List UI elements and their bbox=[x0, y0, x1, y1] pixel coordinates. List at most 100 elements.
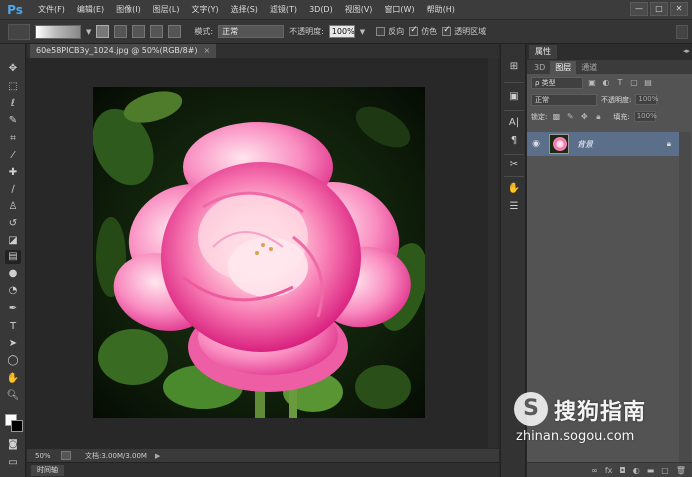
timeline-tab[interactable]: 时间轴 bbox=[31, 465, 64, 476]
minimize-button[interactable]: — bbox=[630, 2, 648, 16]
radial-gradient-button[interactable] bbox=[114, 25, 128, 38]
close-tab-icon[interactable]: × bbox=[204, 46, 211, 55]
layer-filter-select[interactable]: ρ 类型 bbox=[531, 76, 583, 89]
tool-preset-picker[interactable] bbox=[8, 23, 30, 40]
eraser-tool-icon[interactable]: ◪ bbox=[5, 234, 21, 248]
layer-mask-icon[interactable]: ◘ bbox=[619, 466, 625, 475]
document-image[interactable] bbox=[93, 87, 425, 418]
gradient-picker[interactable] bbox=[35, 24, 81, 39]
menu-layer[interactable]: 图层(L) bbox=[147, 4, 186, 15]
menu-file[interactable]: 文件(F) bbox=[32, 4, 71, 15]
zoom-tool-icon[interactable]: 🔍︎ bbox=[5, 389, 21, 403]
eyedropper-tool-icon[interactable]: ⁄ bbox=[5, 149, 21, 163]
shape-tool-icon[interactable]: ◯ bbox=[5, 354, 21, 368]
status-menu-arrow-icon[interactable]: ▶ bbox=[155, 452, 160, 460]
lock-position-icon[interactable]: ✥ bbox=[579, 112, 589, 122]
path-selection-tool-icon[interactable]: ➤ bbox=[5, 337, 21, 351]
chevron-down-icon[interactable]: ▼ bbox=[86, 28, 91, 36]
menu-image[interactable]: 图像(I) bbox=[110, 4, 147, 15]
healing-brush-tool-icon[interactable]: ✚ bbox=[5, 166, 21, 180]
collapse-icon[interactable]: ◂▸ bbox=[683, 47, 690, 55]
properties-title[interactable]: 属性 bbox=[529, 45, 557, 59]
transparency-option[interactable]: 透明区域 bbox=[442, 25, 486, 37]
opacity-dropdown-icon[interactable]: ▼ bbox=[360, 28, 365, 36]
link-layers-icon[interactable]: ∞ bbox=[591, 466, 598, 475]
blend-mode-select[interactable]: 正常 bbox=[531, 93, 597, 106]
crop-tool-icon[interactable]: ⌗ bbox=[5, 132, 21, 146]
properties-title-bar: 属性 ◂▸ bbox=[527, 44, 692, 60]
lock-all-icon[interactable]: 🔒︎ bbox=[593, 112, 603, 122]
history-panel-icon[interactable]: ⊞ bbox=[506, 60, 522, 74]
restore-button[interactable]: □ bbox=[650, 2, 668, 16]
menu-type[interactable]: 文字(Y) bbox=[185, 4, 224, 15]
tab-3d[interactable]: 3D bbox=[529, 61, 550, 74]
adjustment-layer-icon[interactable]: ◐ bbox=[633, 466, 640, 475]
close-button[interactable]: ✕ bbox=[670, 2, 688, 16]
layer-background[interactable]: ◉ 背景 🔒︎ bbox=[527, 132, 679, 156]
fill-input[interactable]: 100% bbox=[633, 111, 657, 122]
lasso-tool-icon[interactable]: ℓ bbox=[5, 97, 21, 111]
pixel-filter-icon[interactable]: ▣ bbox=[587, 78, 597, 88]
brush-tool-icon[interactable]: ∕ bbox=[5, 183, 21, 197]
new-group-icon[interactable]: ▬ bbox=[647, 466, 655, 475]
smart-object-filter-icon[interactable]: ▤ bbox=[643, 78, 653, 88]
reverse-checkbox[interactable] bbox=[376, 27, 386, 36]
transparency-checkbox[interactable] bbox=[442, 25, 452, 36]
timeline-panel-bar: 时间轴 bbox=[27, 462, 499, 477]
canvas-vertical-scrollbar[interactable] bbox=[488, 58, 498, 448]
tab-channels[interactable]: 通道 bbox=[576, 61, 602, 74]
lock-image-icon[interactable]: ✎ bbox=[565, 112, 575, 122]
screen-mode-icon[interactable]: ▭ bbox=[5, 456, 21, 470]
marquee-tool-icon[interactable]: ⬚ bbox=[5, 80, 21, 94]
menu-help[interactable]: 帮助(H) bbox=[421, 4, 461, 15]
menu-filter[interactable]: 滤镜(T) bbox=[264, 4, 303, 15]
lock-transparent-icon[interactable]: ▩ bbox=[551, 112, 561, 122]
background-color-swatch[interactable] bbox=[11, 420, 23, 432]
layer-style-icon[interactable]: fx bbox=[605, 466, 613, 475]
menu-window[interactable]: 窗口(W) bbox=[378, 4, 420, 15]
delete-layer-icon[interactable]: 🗑︎ bbox=[676, 466, 686, 475]
menu-select[interactable]: 选择(S) bbox=[225, 4, 264, 15]
menu-edit[interactable]: 编辑(E) bbox=[71, 4, 110, 15]
clone-stamp-tool-icon[interactable]: ♙ bbox=[5, 200, 21, 214]
quick-select-tool-icon[interactable]: ✎ bbox=[5, 114, 21, 128]
dodge-tool-icon[interactable]: ◔ bbox=[5, 284, 21, 298]
diamond-gradient-button[interactable] bbox=[168, 25, 182, 38]
move-tool-icon[interactable]: ✥ bbox=[5, 62, 21, 76]
visibility-eye-icon[interactable]: ◉ bbox=[527, 139, 545, 149]
new-layer-icon[interactable]: ▢ bbox=[661, 466, 669, 475]
history-brush-tool-icon[interactable]: ↺ bbox=[5, 217, 21, 231]
status-info-icon[interactable] bbox=[61, 451, 71, 460]
layer-opacity-input[interactable]: 100% bbox=[635, 94, 658, 105]
mode-select[interactable]: 正常 bbox=[218, 25, 285, 38]
menu-view[interactable]: 视图(V) bbox=[339, 4, 379, 15]
character-panel-icon[interactable]: A| bbox=[506, 116, 522, 130]
tool-presets-panel-icon[interactable]: ✂ bbox=[506, 158, 522, 172]
type-tool-icon[interactable]: T bbox=[5, 320, 21, 334]
pen-tool-icon[interactable]: ✒ bbox=[5, 302, 21, 316]
reverse-option[interactable]: 反向 bbox=[376, 26, 404, 37]
document-tab[interactable]: 60e58PICB3y_1024.jpg @ 50%(RGB/8#) × bbox=[30, 44, 217, 58]
dither-checkbox[interactable] bbox=[409, 25, 419, 36]
gradient-tool-icon[interactable]: ▤ bbox=[5, 250, 21, 264]
shape-filter-icon[interactable]: ▢ bbox=[629, 78, 639, 88]
zoom-level[interactable]: 50% bbox=[27, 452, 55, 460]
workspace-switcher[interactable] bbox=[676, 25, 688, 39]
adjustment-filter-icon[interactable]: ◐ bbox=[601, 78, 611, 88]
layer-name[interactable]: 背景 bbox=[577, 139, 593, 150]
hand-tool-icon[interactable]: ✋ bbox=[5, 372, 21, 386]
opacity-input[interactable]: 100% bbox=[328, 25, 355, 38]
paragraph-panel-icon[interactable]: ¶ bbox=[506, 134, 522, 148]
blur-tool-icon[interactable]: ● bbox=[5, 267, 21, 281]
properties-panel-icon[interactable]: ☰ bbox=[506, 200, 522, 214]
tab-layers[interactable]: 图层 bbox=[550, 61, 577, 74]
quick-mask-icon[interactable]: ◙ bbox=[5, 438, 21, 452]
actions-panel-icon[interactable]: ✋ bbox=[506, 182, 522, 196]
dither-option[interactable]: 仿色 bbox=[409, 25, 437, 37]
type-filter-icon[interactable]: T bbox=[615, 78, 625, 88]
adjustments-panel-icon[interactable]: ▣ bbox=[506, 90, 522, 104]
menu-3d[interactable]: 3D(D) bbox=[303, 5, 339, 14]
reflected-gradient-button[interactable] bbox=[150, 25, 164, 38]
linear-gradient-button[interactable] bbox=[96, 25, 110, 38]
angle-gradient-button[interactable] bbox=[132, 25, 146, 38]
